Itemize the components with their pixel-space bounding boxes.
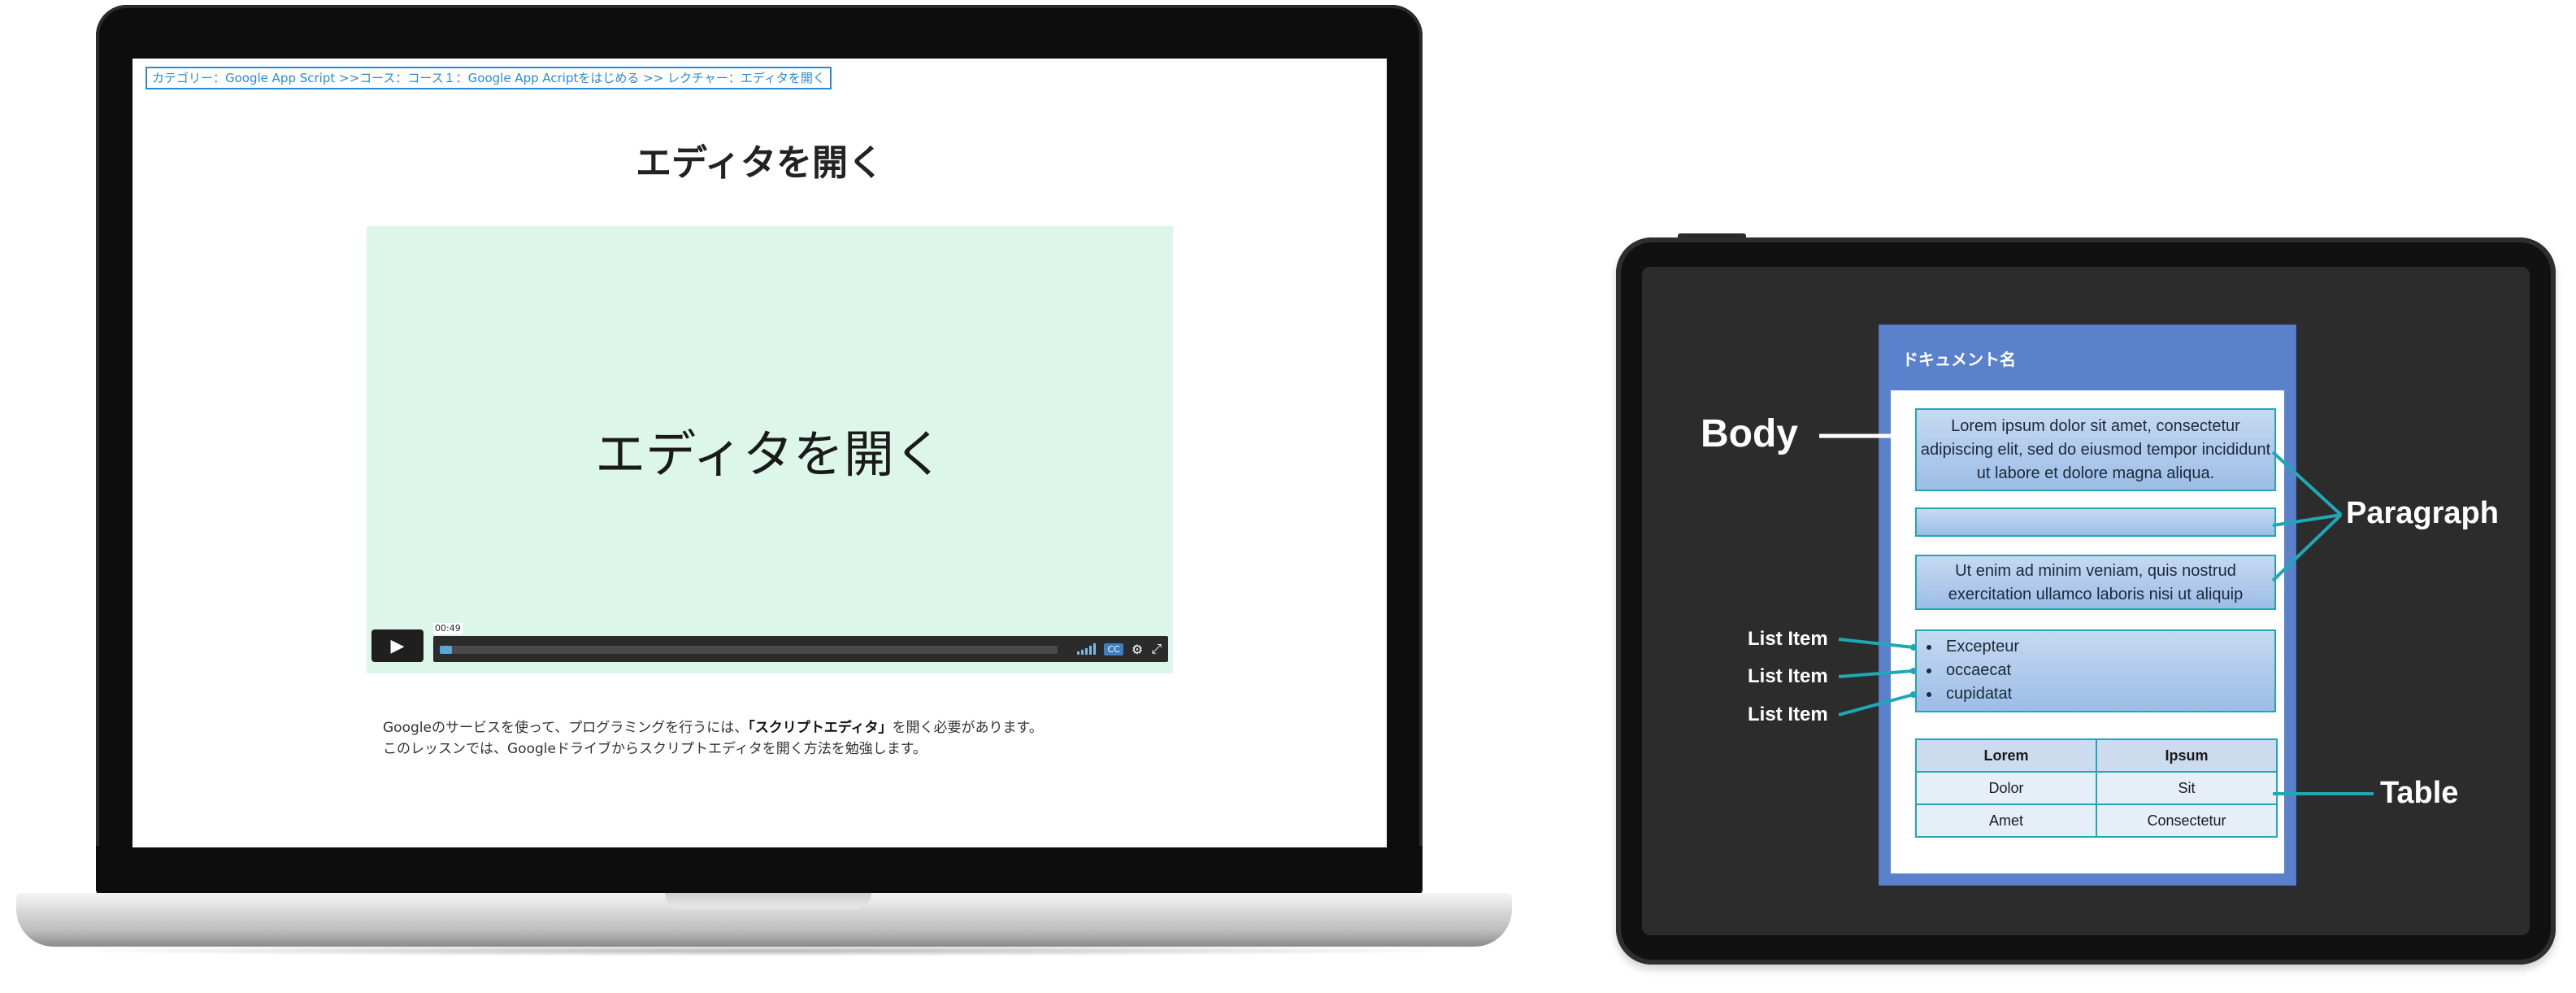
volume-icon[interactable]	[1077, 643, 1097, 655]
settings-gear-icon[interactable]: ⚙	[1132, 642, 1143, 657]
list-item-leaders	[1838, 638, 1914, 716]
callout-table: Table	[2380, 776, 2459, 810]
callout-list-item-2: List Item	[1748, 665, 1828, 687]
timecode: 00:49	[433, 623, 463, 634]
play-icon: ▶	[390, 635, 405, 656]
description-text: Googleのサービスを使って、プログラミングを行うには、	[383, 720, 749, 736]
callout-leaders	[1819, 433, 2374, 795]
fullscreen-icon[interactable]: ⤢	[1151, 641, 1162, 657]
description-line-1: Googleのサービスを使って、プログラミングを行うには、「スクリプトエディタ」…	[383, 717, 1358, 738]
callout-paragraph: Paragraph	[2346, 496, 2499, 530]
list-item-leader-dots	[1910, 644, 1917, 698]
tablet-screen: ドキュメント名 Lorem ipsum dolor sit amet, cons…	[1642, 267, 2530, 935]
laptop-screen: カテゴリー：Google App Script >>コース：コース１：Googl…	[132, 59, 1387, 847]
video-player[interactable]: エディタを開く ▶ 00:49 CC ⚙ ⤢	[367, 226, 1173, 673]
laptop-shadow	[49, 945, 1479, 956]
callout-body: Body	[1701, 412, 1798, 455]
laptop-notch	[665, 893, 871, 909]
player-icons: CC ⚙ ⤢	[1077, 639, 1162, 659]
laptop-chin	[96, 846, 1423, 895]
description-emphasis: 「スクリプトエディタ」	[748, 720, 893, 736]
description-text: を開く必要があります。	[892, 720, 1043, 736]
page-title: エディタを開く	[636, 142, 884, 184]
video-title-card: エディタを開く	[595, 425, 945, 484]
callout-list-item-1: List Item	[1748, 628, 1828, 650]
breadcrumb[interactable]: カテゴリー：Google App Script >>コース：コース１：Googl…	[146, 67, 832, 89]
paragraph-leaders	[2271, 451, 2343, 582]
lecture-description: Googleのサービスを使って、プログラミングを行うには、「スクリプトエディタ」…	[383, 717, 1358, 760]
description-line-2: このレッスンでは、Googleドライブからスクリプトエディタを開く方法を勉強しま…	[383, 741, 927, 757]
captions-icon[interactable]: CC	[1104, 642, 1123, 655]
progress-fill	[440, 646, 453, 654]
play-button[interactable]: ▶	[371, 629, 424, 662]
video-controls: ▶ 00:49 CC ⚙ ⤢	[371, 623, 1168, 664]
callout-list-item-3: List Item	[1748, 703, 1828, 725]
progress-bar[interactable]	[440, 646, 1058, 654]
